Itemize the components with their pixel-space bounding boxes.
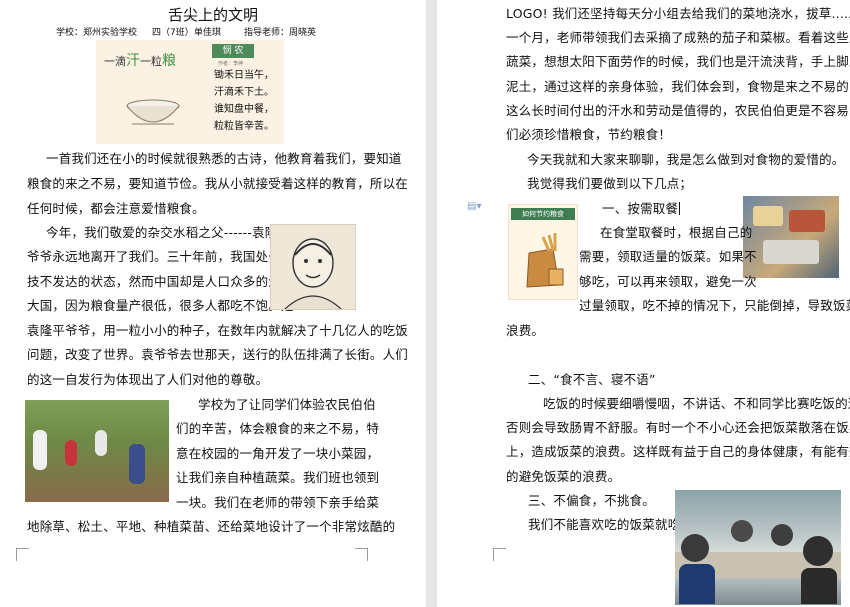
school-label: 学校：郑州实验学校 [56, 28, 138, 38]
poem-title-tag: 悯 农 [212, 44, 254, 58]
body-line: 我们不能喜欢吃的饭菜就吃 [528, 517, 681, 532]
body-line: LOGO! 我们还坚持每天分小组去给我们的菜地浇水，拔草......过了 [506, 6, 850, 21]
document-page-left: 舌尖上的文明 学校：郑州实验学校 四（7班） 单佳琪 指导老师：周晓英 一滴汗一… [0, 0, 426, 607]
author-label: 单佳琪 [194, 28, 222, 38]
page-corner-mark [493, 548, 506, 561]
page-corner-mark [355, 548, 368, 561]
photo-figure [801, 568, 837, 604]
body-line: 否则会导致肠胃不舒服。有时一个不小心还会把饭菜散落在饭桌 [506, 420, 850, 435]
photo-figure [731, 520, 753, 542]
photo-food [789, 210, 825, 232]
paragraph-options-icon[interactable]: ▤▾ [467, 201, 481, 212]
body-line: 这么长时间付出的汗水和劳动是值得的，农民伯伯更是不容易的。我 [506, 103, 850, 118]
photo-figure [65, 440, 77, 466]
body-line: 一首我们还在小的时候就很熟悉的古诗，他教育着我们，要知道 [46, 151, 402, 166]
body-line: 问题，改变了世界。袁爷爷去世那天，送行的队伍排满了长街。人们 [27, 347, 409, 362]
section-heading: 二、“食不言、寝不语” [528, 372, 656, 387]
section-heading: 一、按需取餐 [602, 201, 681, 216]
photo-figure [129, 444, 145, 484]
body-line: 让我们亲自种植蔬菜。我们班也领到 [176, 470, 380, 485]
body-line: 在食堂取餐时，根据自己的 [600, 225, 753, 240]
body-line: 袁隆平爷爷，用一粒小小的种子，在数年内就解决了十几亿人的吃饭 [27, 323, 409, 338]
photo-figure [33, 430, 47, 470]
poem-poster-image: 一滴汗一粒粮 悯 农 作者：李绅 锄禾日当午， 汗滴禾下土。 谁知盘中餐， 粒粒… [96, 40, 284, 144]
section-heading: 三、不偏食，不挑食。 [528, 493, 656, 508]
body-line: 地除草、松土、平地、种植菜苗、还给菜地设计了一个非常炫酷的 [27, 519, 396, 534]
body-line: 们的辛苦，体会粮食的来之不易，特 [176, 421, 380, 436]
photo-figure [771, 524, 793, 546]
body-line: 技不发达的状态，然而中国却是人口众多的泱泱 [27, 274, 294, 289]
photo-figure [95, 430, 107, 456]
garden-photo [25, 400, 169, 502]
body-line: 任何时候，都会注意爱惜粮食。 [27, 201, 205, 216]
poem-line: 谁知盘中餐， [214, 104, 274, 115]
body-line: 泥土，通过这样的亲身体验，我们体会到，食物是来之不易的，我们 [506, 79, 850, 94]
poster-heading: 一滴汗一粒粮 [104, 53, 176, 69]
document-page-right: LOGO! 我们还坚持每天分小组去给我们的菜地浇水，拔草......过了 一个月… [437, 0, 850, 607]
text-cursor [679, 202, 681, 215]
body-line: 的这一自发行为体现出了人们对他的尊敬。 [27, 372, 269, 387]
body-line: 今天我就和大家来聊聊，我是怎么做到对食物的爱惜的。 [527, 152, 845, 167]
body-line: 大国，因为粮食量产很低，很多人都吃不饱。是 [27, 298, 294, 313]
body-line: 今年，我们敬爱的杂交水稻之父------袁隆平 [46, 225, 291, 240]
photo-food [763, 240, 819, 264]
poem-line: 锄禾日当午， [214, 70, 274, 81]
body-line: 需要，领取适量的饭菜。如果不 [579, 249, 757, 264]
body-line: 一个月，老师带领我们去采摘了成熟的茄子和菜椒。看着这些成熟的 [506, 30, 850, 45]
portrait-sketch-icon [284, 238, 342, 310]
body-line: 吃饭的时候要细嚼慢咽，不讲话、不和同学比赛吃饭的速度， [543, 396, 850, 411]
body-line: 们必须珍惜粮食，节约粮食！ [506, 127, 672, 142]
body-line: 一块。我们在老师的带领下亲手给菜 [176, 495, 380, 510]
body-line: 爷爷永远地离开了我们。三十年前，我国处于科 [27, 249, 294, 264]
grain-sticker-image: 如何节约粮食 [508, 204, 578, 300]
body-line: 蔬菜，想想太阳下面劳作的时候，我们也是汗流浃背，手上脚上全是 [506, 54, 850, 69]
photo-food [753, 206, 783, 226]
body-line: 上，造成饭菜的浪费。这样既有益于自己的身体健康，有能有效 [506, 444, 850, 459]
grain-sack-icon [526, 233, 564, 288]
photo-figure [803, 536, 833, 566]
rice-bowl-icon [126, 99, 180, 125]
teacher-label: 指导老师：周晓英 [244, 28, 317, 38]
portrait-image [270, 224, 356, 310]
body-line: 够吃，可以再来领取，避免一次 [579, 274, 757, 289]
poem-line: 粒粒皆辛苦。 [214, 121, 274, 132]
canteen-photo [675, 490, 841, 605]
poem-author: 作者：李绅 [218, 61, 244, 67]
body-line: 粮食的来之不易，要知道节俭。我从小就接受着这样的教育，所以在 [27, 176, 409, 191]
body-line: 学校为了让同学们体验农民伯伯 [198, 397, 376, 412]
body-line: 浪费。 [506, 323, 545, 338]
photo-figure [681, 534, 709, 562]
food-tray-photo [743, 196, 839, 278]
poem-line: 汗滴禾下土。 [214, 87, 274, 98]
page-corner-mark [16, 548, 29, 561]
photo-figure [679, 564, 715, 604]
body-line: 过量领取，吃不掉的情况下，只能倒掉，导致饭菜的 [579, 298, 850, 313]
body-line: 我觉得我们要做到以下几点； [527, 176, 693, 191]
body-line: 的避免饭菜的浪费。 [506, 469, 621, 484]
document-title: 舌尖上的文明 [167, 6, 258, 24]
body-line: 意在校园的一角开发了一块小菜园， [176, 446, 380, 461]
sticker-tag: 如何节约粮食 [511, 208, 575, 220]
class-label: 四（7班） [152, 28, 194, 38]
